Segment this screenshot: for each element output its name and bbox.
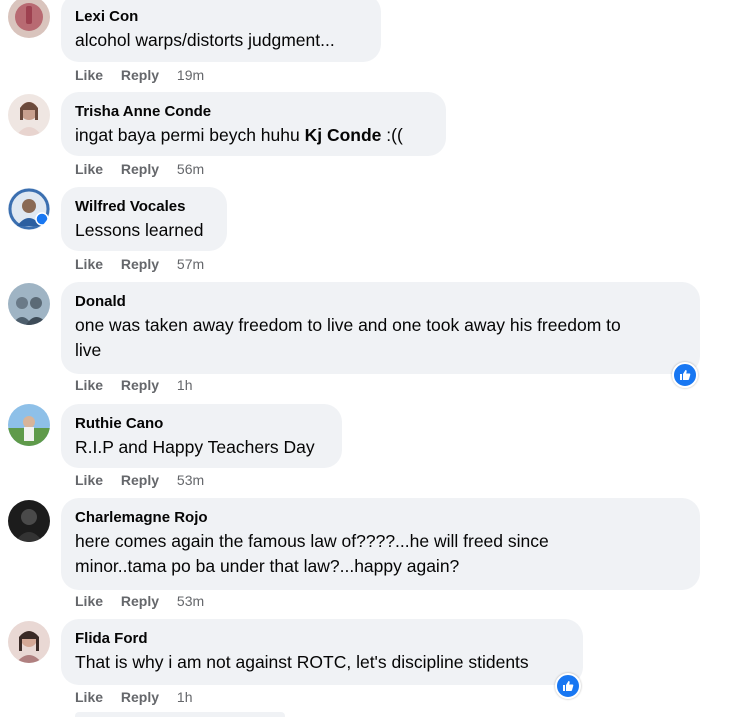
- comment-author[interactable]: Lexi Con: [75, 7, 367, 26]
- like-button[interactable]: Like: [75, 67, 103, 83]
- like-button[interactable]: Like: [75, 593, 103, 609]
- avatar[interactable]: [8, 500, 50, 542]
- reply-button[interactable]: Reply: [121, 161, 159, 177]
- comment-text-line: here comes again the famous law of????..…: [75, 531, 549, 551]
- comment-text: alcohol warps/distorts judgment...: [75, 30, 335, 50]
- comment-bubble: Ruthie Cano R.I.P and Happy Teachers Day: [61, 404, 342, 468]
- like-button[interactable]: Like: [75, 689, 103, 705]
- comment-text-line: minor..tama po ba under that law?...happ…: [75, 556, 460, 576]
- comment-text-part: :((: [381, 125, 403, 145]
- reply-button[interactable]: Reply: [121, 256, 159, 272]
- timestamp[interactable]: 53m: [177, 593, 204, 609]
- comment-bubble: Donald one was taken away freedom to liv…: [61, 282, 700, 374]
- like-reaction-icon[interactable]: [672, 362, 698, 388]
- avatar[interactable]: [8, 283, 50, 325]
- avatar[interactable]: [8, 621, 50, 663]
- timestamp[interactable]: 1h: [177, 377, 193, 393]
- reply-button[interactable]: Reply: [121, 377, 159, 393]
- comment-actions: Like Reply 57m: [75, 256, 204, 272]
- avatar[interactable]: [8, 94, 50, 136]
- comment-text: R.I.P and Happy Teachers Day: [75, 437, 315, 457]
- avatar[interactable]: [8, 0, 50, 38]
- comment-author[interactable]: Donald: [75, 292, 686, 311]
- timestamp[interactable]: 1h: [177, 689, 193, 705]
- timestamp[interactable]: 56m: [177, 161, 204, 177]
- like-button[interactable]: Like: [75, 256, 103, 272]
- like-button[interactable]: Like: [75, 472, 103, 488]
- reply-button[interactable]: Reply: [121, 593, 159, 609]
- like-button[interactable]: Like: [75, 161, 103, 177]
- like-button[interactable]: Like: [75, 377, 103, 393]
- comment-text-line: one was taken away freedom to live and o…: [75, 315, 621, 335]
- comment-text-part: ingat baya permi beych huhu: [75, 125, 305, 145]
- comment-actions: Like Reply 1h: [75, 377, 193, 393]
- comment-bubble: Lexi Con alcohol warps/distorts judgment…: [61, 0, 381, 62]
- comment-author[interactable]: Trisha Anne Conde: [75, 102, 432, 121]
- comment-actions: Like Reply 1h: [75, 689, 193, 705]
- comment-text: ingat baya permi beych huhu Kj Conde :((: [75, 123, 432, 148]
- comment-text-line: live: [75, 340, 102, 360]
- comment-text: Lessons learned: [75, 220, 204, 240]
- comment-bubble: Trisha Anne Conde ingat baya permi beych…: [61, 92, 446, 156]
- timestamp[interactable]: 53m: [177, 472, 204, 488]
- mention-link[interactable]: Kj Conde: [305, 125, 382, 145]
- comment-author[interactable]: Ruthie Cano: [75, 414, 328, 433]
- comment-actions: Like Reply 19m: [75, 67, 204, 83]
- timestamp[interactable]: 19m: [177, 67, 204, 83]
- comment-actions: Like Reply 56m: [75, 161, 204, 177]
- next-comment-bubble-edge: [75, 712, 285, 717]
- reply-button[interactable]: Reply: [121, 472, 159, 488]
- comment-bubble: Flida Ford That is why i am not against …: [61, 619, 583, 685]
- comment-author[interactable]: Wilfred Vocales: [75, 197, 213, 216]
- comment-bubble: Charlemagne Rojo here comes again the fa…: [61, 498, 700, 590]
- comment-actions: Like Reply 53m: [75, 593, 204, 609]
- comment-bubble: Wilfred Vocales Lessons learned: [61, 187, 227, 251]
- avatar[interactable]: [8, 404, 50, 446]
- timestamp[interactable]: 57m: [177, 256, 204, 272]
- reply-button[interactable]: Reply: [121, 67, 159, 83]
- comment-author[interactable]: Flida Ford: [75, 629, 569, 648]
- comment-text: That is why i am not against ROTC, let's…: [75, 652, 529, 672]
- comment-actions: Like Reply 53m: [75, 472, 204, 488]
- avatar[interactable]: [8, 188, 50, 230]
- like-reaction-icon[interactable]: [555, 673, 581, 699]
- comment-author[interactable]: Charlemagne Rojo: [75, 508, 686, 527]
- reply-button[interactable]: Reply: [121, 689, 159, 705]
